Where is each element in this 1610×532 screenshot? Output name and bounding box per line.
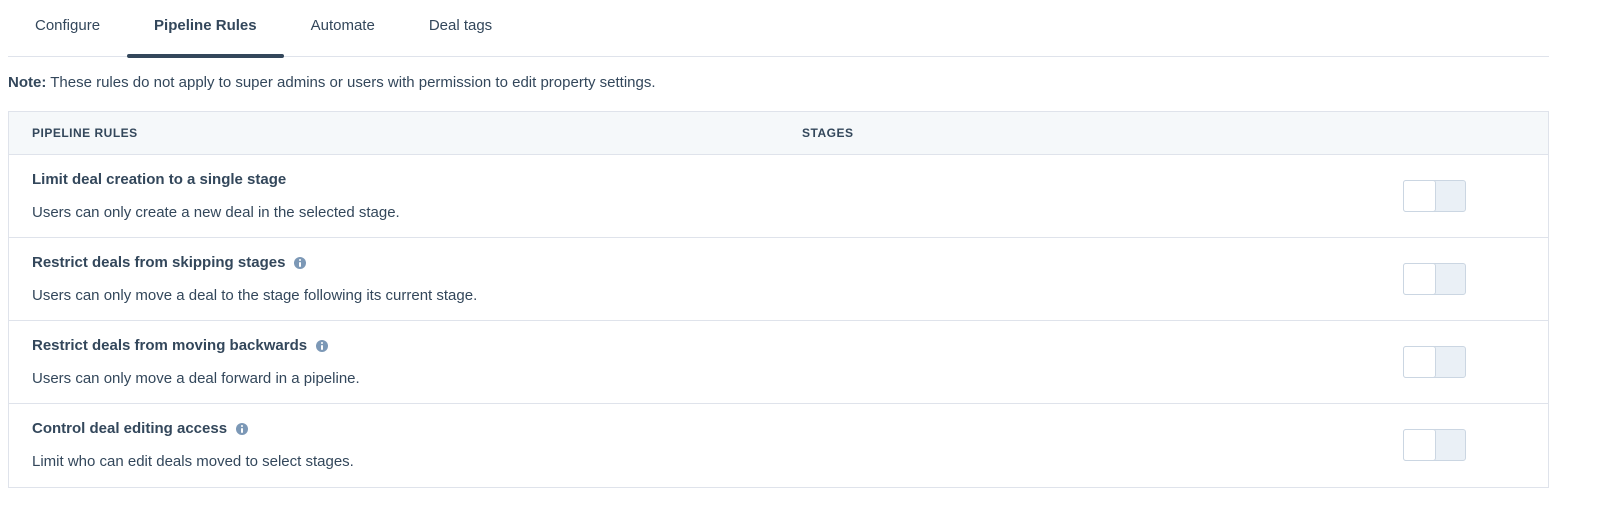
rule-title: Control deal editing access [32,420,249,437]
rule-row-limit-creation: Limit deal creation to a single stage Us… [9,155,1548,238]
rule-row-restrict-backwards: Restrict deals from moving backwards Use… [9,321,1548,404]
tab-label: Pipeline Rules [154,16,257,34]
note-body: These rules do not apply to super admins… [46,74,656,91]
rule-row-control-editing: Control deal editing access Limit who ca… [9,404,1548,487]
tab-label: Automate [310,16,375,34]
rule-title-text: Control deal editing access [32,420,228,437]
note-text: Note: These rules do not apply to super … [8,74,656,91]
toggle-knob [1403,346,1436,378]
tab-bar: Configure Pipeline Rules Automate Deal t… [8,0,1549,58]
rule-toggle-restrict-backwards[interactable] [1403,346,1466,378]
rule-title-text: Restrict deals from moving backwards [32,337,308,354]
pipeline-settings-page: Configure Pipeline Rules Automate Deal t… [0,0,1610,532]
toggle-knob [1403,180,1436,212]
note-prefix: Note: [8,74,47,91]
pipeline-rules-table: PIPELINE RULES STAGES Limit deal creatio… [8,111,1549,488]
info-icon[interactable] [236,422,249,435]
toggle-knob [1403,429,1436,461]
rule-toggle-restrict-skipping[interactable] [1403,263,1466,295]
tab-deal-tags[interactable]: Deal tags [402,0,519,56]
header-pipeline-rules: PIPELINE RULES [32,126,138,140]
rule-description: Users can only move a deal to the stage … [32,287,478,304]
rule-description: Users can only move a deal forward in a … [32,370,360,387]
tab-configure[interactable]: Configure [8,0,127,56]
rule-title: Restrict deals from moving backwards [32,337,329,354]
rule-description: Limit who can edit deals moved to select… [32,453,354,470]
rule-toggle-limit-creation[interactable] [1403,180,1466,212]
rule-title: Limit deal creation to a single stage [32,171,286,188]
table-header: PIPELINE RULES STAGES [9,112,1548,155]
info-icon[interactable] [316,339,329,352]
rule-row-restrict-skipping: Restrict deals from skipping stages User… [9,238,1548,321]
rule-description: Users can only create a new deal in the … [32,204,400,221]
rule-title-text: Restrict deals from skipping stages [32,254,286,271]
tab-automate[interactable]: Automate [284,0,402,56]
rule-toggle-control-editing[interactable] [1403,429,1466,461]
tab-label: Configure [35,16,101,34]
header-stages: STAGES [802,126,854,140]
toggle-knob [1403,263,1436,295]
info-icon[interactable] [294,256,307,269]
rule-title: Restrict deals from skipping stages [32,254,307,271]
tab-label: Deal tags [428,16,493,34]
rule-title-text: Limit deal creation to a single stage [32,171,287,188]
tab-pipeline-rules[interactable]: Pipeline Rules [127,0,284,58]
